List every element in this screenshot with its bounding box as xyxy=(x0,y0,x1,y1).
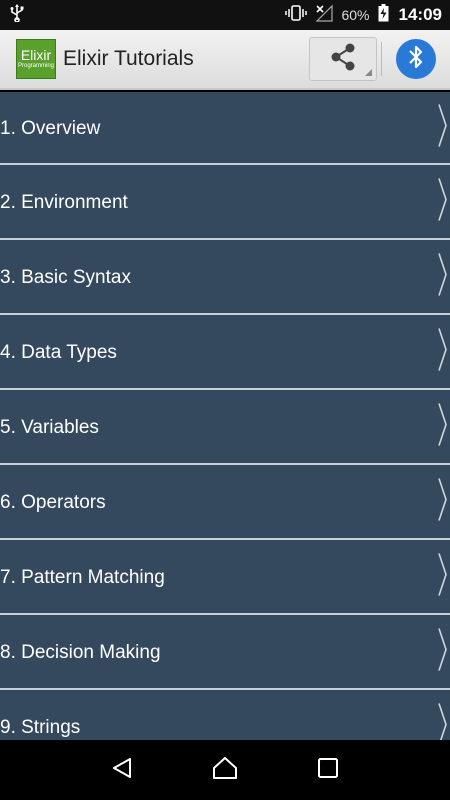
list-item[interactable]: 7. Pattern Matching xyxy=(0,540,450,615)
share-icon xyxy=(329,42,357,77)
list-item-label: 9. Strings xyxy=(0,716,81,738)
chevron-right-icon xyxy=(438,327,448,376)
back-button[interactable] xyxy=(97,745,147,795)
chevron-right-icon xyxy=(438,103,448,152)
logo-text: Elixir xyxy=(20,47,52,63)
navigation-bar xyxy=(0,740,450,800)
list-item[interactable]: 1. Overview xyxy=(0,92,450,165)
chevron-right-icon xyxy=(438,627,448,676)
list-item-label: 2. Environment xyxy=(0,191,128,213)
battery-percent: 60% xyxy=(341,7,370,23)
chevron-right-icon xyxy=(438,702,448,740)
bluetooth-button[interactable] xyxy=(396,39,436,79)
list-item[interactable]: 2. Environment xyxy=(0,165,450,240)
list-item-label: 4. Data Types xyxy=(0,341,117,363)
list-item[interactable]: 8. Decision Making xyxy=(0,615,450,690)
list-item[interactable]: 3. Basic Syntax xyxy=(0,240,450,315)
share-button[interactable] xyxy=(309,37,377,81)
no-signal-icon xyxy=(315,4,334,27)
bluetooth-icon xyxy=(406,44,426,75)
list-item-label: 1. Overview xyxy=(0,117,101,139)
tutorial-list: 1. Overview 2. Environment 3. Basic Synt… xyxy=(0,92,450,740)
chevron-right-icon xyxy=(438,252,448,301)
action-divider xyxy=(381,42,382,76)
home-icon xyxy=(212,756,238,785)
app-title: Elixir Tutorials xyxy=(63,47,194,70)
recents-icon xyxy=(317,757,339,784)
app-logo: Elixir Programming xyxy=(16,39,56,79)
chevron-right-icon xyxy=(438,177,448,226)
list-item[interactable]: 6. Operators xyxy=(0,465,450,540)
home-button[interactable] xyxy=(200,745,250,795)
list-item-label: 6. Operators xyxy=(0,491,106,513)
list-item-label: 7. Pattern Matching xyxy=(0,566,165,588)
list-item[interactable]: 9. Strings xyxy=(0,690,450,740)
list-item[interactable]: 4. Data Types xyxy=(0,315,450,390)
list-item-label: 8. Decision Making xyxy=(0,641,161,663)
usb-icon xyxy=(10,3,24,27)
logo-subtext: Programming xyxy=(17,63,54,69)
vibrate-icon xyxy=(285,4,308,26)
recents-button[interactable] xyxy=(303,745,353,795)
chevron-right-icon xyxy=(438,477,448,526)
chevron-right-icon xyxy=(438,402,448,451)
back-icon xyxy=(110,756,134,785)
list-item-label: 5. Variables xyxy=(0,416,99,438)
app-bar-actions xyxy=(309,30,450,88)
app-bar: Elixir Programming Elixir Tutorials xyxy=(0,30,450,90)
chevron-right-icon xyxy=(438,552,448,601)
battery-charging-icon xyxy=(378,3,389,27)
list-item[interactable]: 5. Variables xyxy=(0,390,450,465)
list-item-label: 3. Basic Syntax xyxy=(0,266,131,288)
clock: 14:09 xyxy=(398,5,442,24)
status-bar: 60% 14:09 xyxy=(0,0,450,30)
dropdown-corner-icon xyxy=(365,69,372,76)
